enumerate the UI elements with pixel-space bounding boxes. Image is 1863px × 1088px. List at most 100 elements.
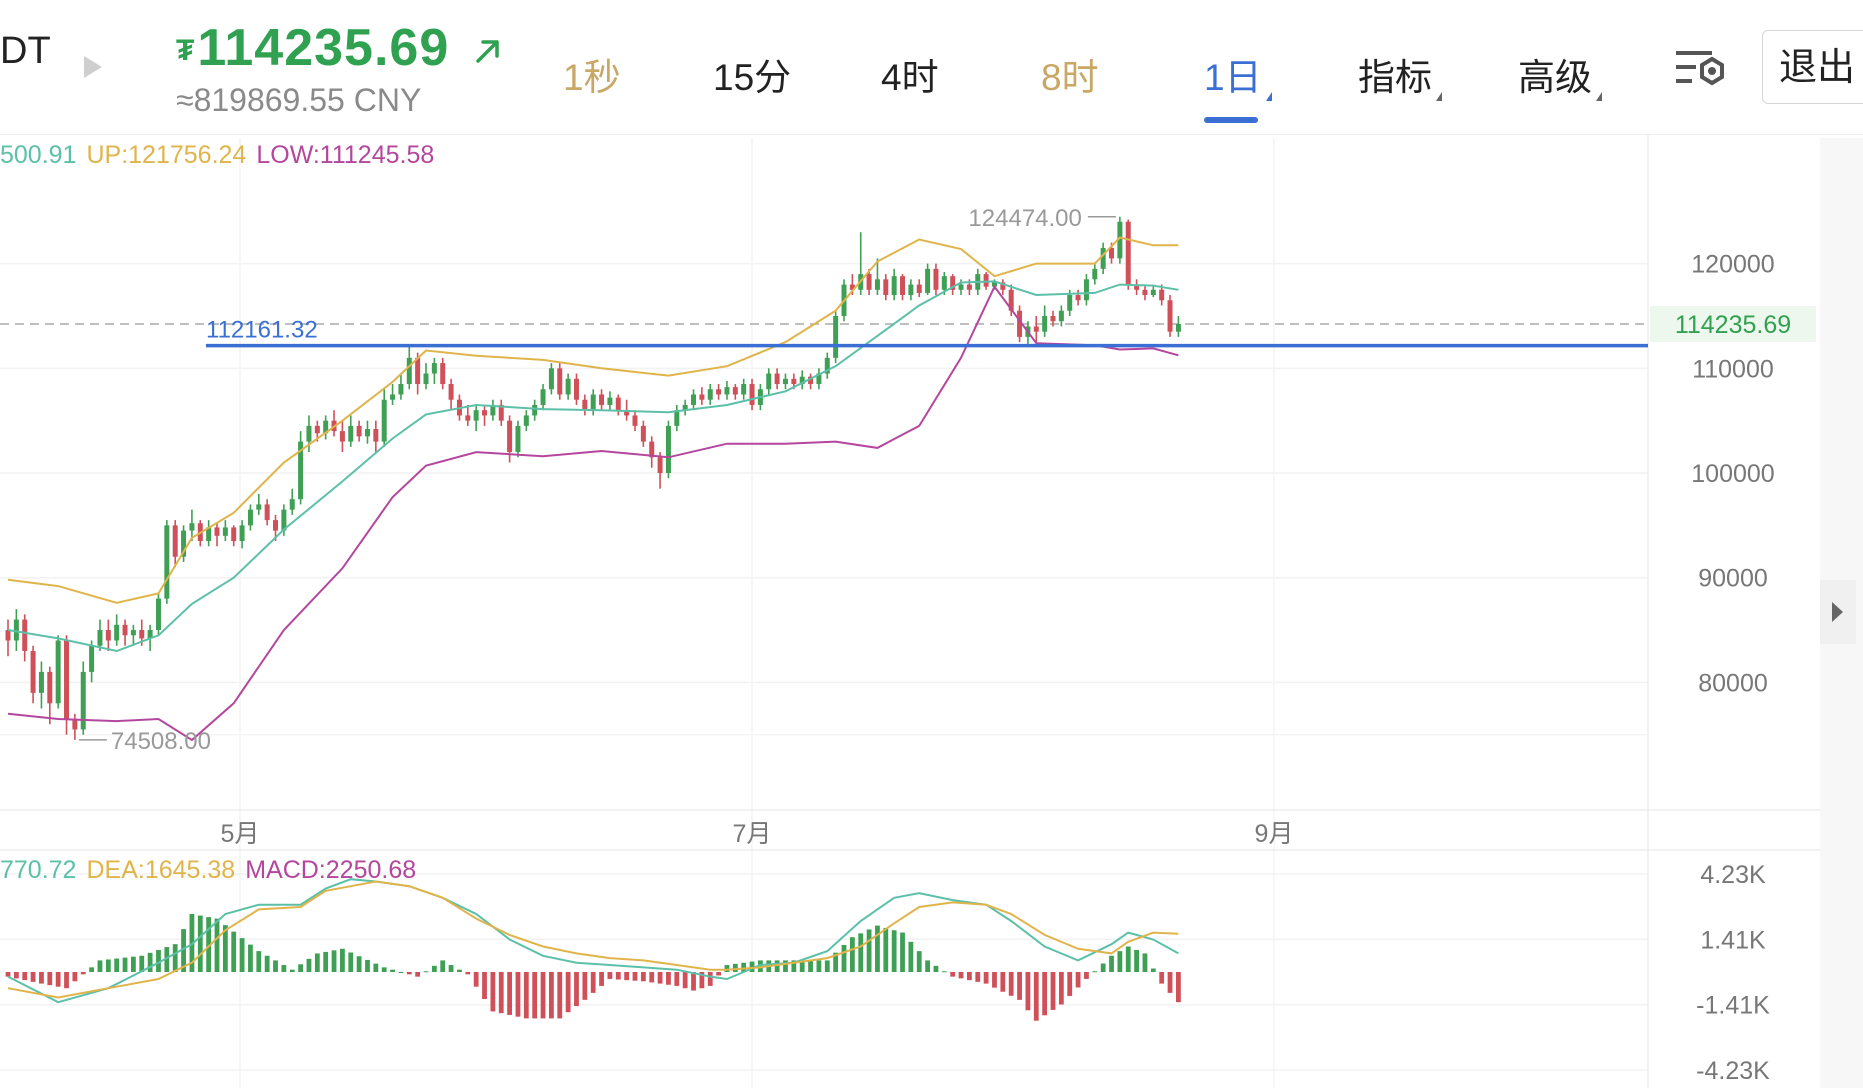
macd-axis-ticks: 4.23K 1.41K -1.41K -4.23K (1696, 861, 1770, 1085)
macd-bar (1067, 972, 1073, 996)
macd-bar (916, 951, 922, 972)
macd-bar (22, 972, 28, 981)
current-price-tag-text: 114235.69 (1675, 311, 1791, 339)
candle-body (30, 650, 36, 693)
macd-bar (89, 967, 94, 972)
candle-body (782, 378, 788, 385)
candle-body (256, 504, 262, 510)
candle-body (565, 378, 571, 395)
macd-bar (574, 972, 579, 1007)
macd-bar (565, 972, 571, 1013)
macd-bar (97, 960, 103, 972)
candle-body (1175, 323, 1181, 332)
candle-body (1100, 247, 1106, 269)
candle-body (599, 394, 605, 405)
macd-label: MACD: (245, 856, 326, 884)
macd-bar (231, 931, 237, 972)
candle-body (557, 368, 563, 395)
expand-panel-handle[interactable] (1820, 580, 1856, 644)
macd-bar (1142, 953, 1148, 972)
macd-bar (289, 969, 295, 972)
candle-body (172, 525, 178, 557)
macd-bar (666, 972, 671, 985)
macd-bar (398, 972, 404, 973)
macd-bar (1033, 972, 1039, 1021)
macd-bar (431, 965, 437, 972)
candle-body (590, 394, 596, 411)
macd-bar (331, 950, 337, 972)
macd-bar (1109, 955, 1114, 972)
candle-body (573, 378, 579, 400)
candle-body (465, 415, 471, 421)
boll-legend: 500.91 UP:121756.24 LOW:111245.58 (0, 141, 434, 169)
macd-bar (348, 952, 354, 972)
macd-bar (314, 953, 320, 972)
macd-bar (1050, 972, 1056, 1010)
price-tick-label: 80000 (1698, 669, 1768, 697)
candle-body (983, 274, 989, 287)
candle-body (239, 525, 245, 542)
candle-body (916, 284, 922, 293)
macd-bar (540, 972, 546, 1019)
candle-body (674, 410, 680, 426)
macd-bar (465, 972, 471, 975)
candle-body (13, 619, 19, 641)
macd-bar (13, 972, 19, 979)
candle-body (314, 425, 320, 434)
candle-body (1167, 300, 1173, 332)
macd-bar (122, 957, 128, 972)
macd-dea-label: DEA: (86, 856, 144, 884)
candle-body (615, 397, 621, 411)
macd-bar (724, 965, 730, 972)
macd-bar (1008, 972, 1014, 996)
macd-bar (883, 927, 889, 972)
macd-bar (507, 972, 512, 1015)
macd-bar (306, 958, 312, 972)
time-axis-ticks: 5月 7月 9月 (221, 820, 1294, 848)
boll-low-label: LOW: (256, 141, 319, 169)
candle-body (139, 630, 145, 639)
candle-body (1159, 289, 1165, 301)
candle-body (1050, 315, 1056, 322)
candle-body (448, 384, 454, 400)
candle-body (515, 425, 521, 453)
candle-body (958, 284, 964, 290)
candle-body (415, 357, 421, 385)
candle-body (866, 274, 872, 290)
macd-bar (549, 972, 554, 1019)
candle-body (114, 624, 120, 641)
candle-body (189, 523, 195, 531)
macd-bar (239, 938, 245, 972)
candle-body (97, 630, 103, 646)
boll-mid-value: 500.91 (0, 141, 76, 169)
candle-body (774, 373, 780, 385)
macd-bar (47, 972, 53, 986)
boll-up-value: 121756.24 (128, 141, 246, 169)
candle-body (582, 399, 588, 411)
high-label: 124474.00 (968, 205, 1081, 232)
macd-bar (64, 972, 69, 989)
candle-body (390, 394, 396, 400)
horizontal-line-label: 112161.32 (206, 317, 318, 344)
low-label: 74508.00 (111, 728, 211, 755)
macd-bar (172, 944, 178, 972)
candle-body (5, 630, 11, 641)
macd-bar (1017, 972, 1022, 1000)
macd-bar (1117, 951, 1123, 972)
macd-bar (632, 972, 638, 981)
macd-bar (557, 972, 563, 1019)
candle-body (523, 415, 529, 426)
macd-bar (423, 971, 429, 973)
macd-bar (967, 972, 972, 981)
macd-bar (30, 972, 36, 982)
price-tick-label: 110000 (1692, 355, 1774, 383)
macd-bar (448, 965, 454, 972)
candle-body (22, 619, 28, 651)
candle-body (732, 387, 738, 395)
candle-body (724, 387, 730, 395)
macd-bar (783, 960, 788, 972)
macd-bar (55, 972, 61, 987)
macd-bar (590, 972, 596, 993)
kline-chart[interactable]: 114235.69 112161.32 124474.00 74508.00 1… (0, 0, 1863, 1088)
candle-body (264, 504, 270, 521)
